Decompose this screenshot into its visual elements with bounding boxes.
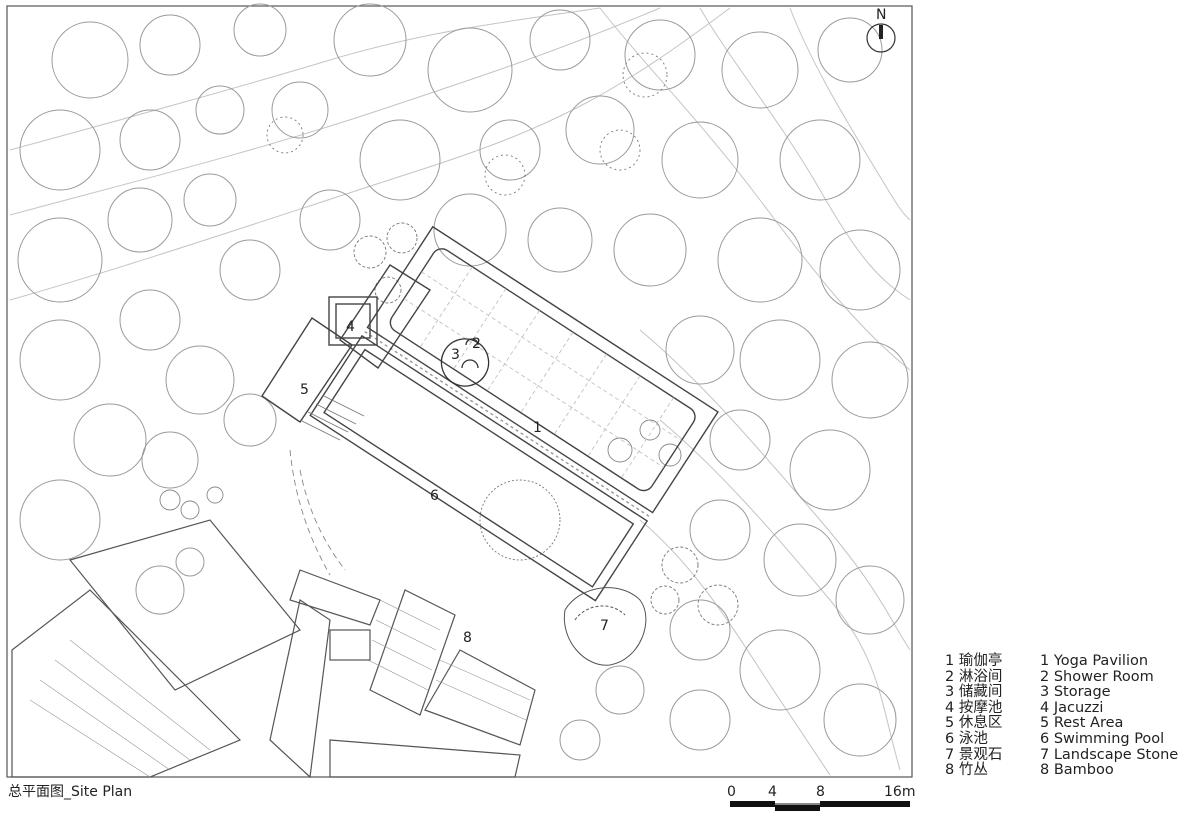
zone-label-3: 3 xyxy=(451,347,460,363)
legend-en-item: 7 Landscape Stone xyxy=(1040,746,1179,763)
legend-en-item: 4 Jacuzzi xyxy=(1040,699,1104,716)
legend-cn-item: 5 休息区 xyxy=(945,715,1003,732)
zone-label-5: 5 xyxy=(300,382,309,398)
legend-cn-item: 8 竹丛 xyxy=(945,762,988,779)
zone-label-2: 2 xyxy=(472,336,481,352)
existing-buildings xyxy=(11,519,536,779)
zone-label-6: 6 xyxy=(430,488,439,504)
north-label: N xyxy=(876,7,886,23)
legend-cn-item: 1 瑜伽亭 xyxy=(945,653,1003,669)
plan-caption: 总平面图_Site Plan xyxy=(8,784,133,800)
zone-label-1: 1 xyxy=(533,420,542,436)
legend-en-item: 2 Shower Room xyxy=(1040,668,1154,685)
yoga-pavilion xyxy=(309,225,719,602)
contour-lines xyxy=(9,7,911,776)
legend-chinese: 1 瑜伽亭 2 淋浴间 3 储藏间 4 按摩池 5 休息区 6 泳池 7 景观石… xyxy=(945,653,1003,779)
legend-cn-item: 7 景观石 xyxy=(945,746,1003,763)
legend-english: 1 Yoga Pavilion 2 Shower Room 3 Storage … xyxy=(1040,653,1179,779)
legend-en-item: 5 Rest Area xyxy=(1040,715,1124,732)
legend-cn-item: 2 淋浴间 xyxy=(945,668,1003,685)
zone-label-4: 4 xyxy=(346,319,355,335)
legend-en-item: 6 Swimming Pool xyxy=(1040,730,1165,747)
legend-en-item: 1 Yoga Pavilion xyxy=(1040,653,1149,669)
scale-tick-4: 4 xyxy=(768,784,777,800)
tree-canopies xyxy=(17,3,909,761)
zone-label-7: 7 xyxy=(600,618,609,634)
shower-storage xyxy=(440,338,490,387)
scale-tick-8: 8 xyxy=(816,784,825,800)
north-arrow: N xyxy=(866,7,896,53)
legend-cn-item: 6 泳池 xyxy=(945,730,988,747)
scale-tick-16m: 16m xyxy=(884,784,916,800)
scale-bar xyxy=(730,801,910,811)
legend-cn-item: 3 储藏间 xyxy=(945,684,1003,701)
site-plan-drawing: N 1 2 3 4 5 6 7 8 xyxy=(6,3,913,811)
scale-tick-0: 0 xyxy=(727,784,736,800)
legend-en-item: 8 Bamboo xyxy=(1040,762,1114,779)
legend-en-item: 3 Storage xyxy=(1040,684,1111,701)
zone-label-8: 8 xyxy=(463,630,472,646)
